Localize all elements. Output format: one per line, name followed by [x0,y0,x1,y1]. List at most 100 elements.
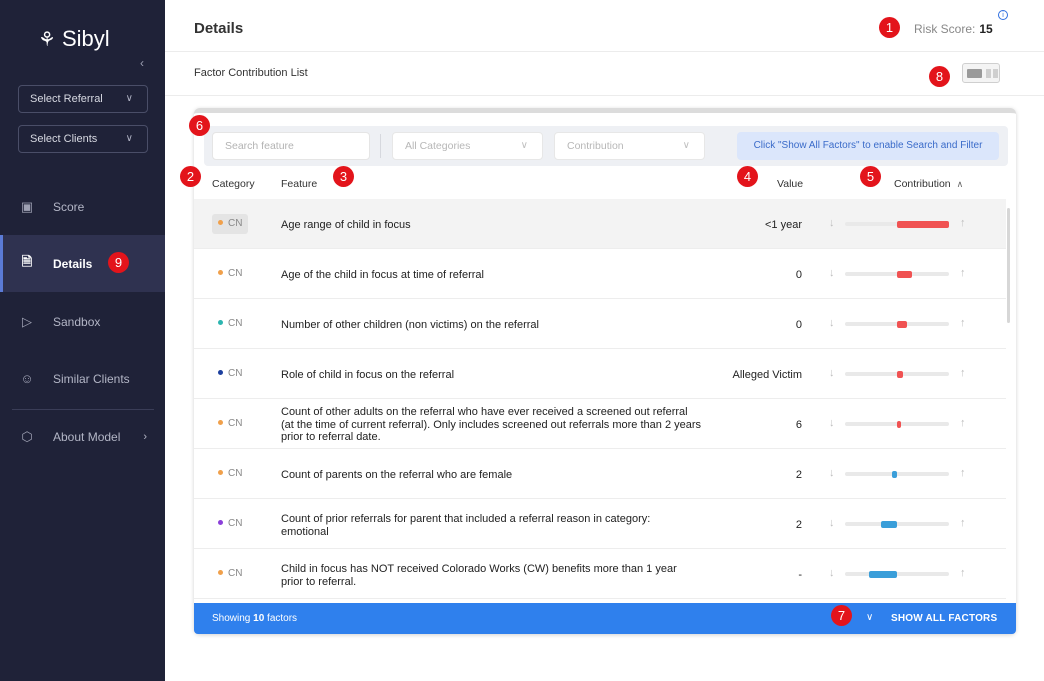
list-view-icon[interactable] [967,69,982,78]
column-header-value[interactable]: Value [777,178,803,190]
sandbox-icon: ▷ [22,313,32,329]
table-row[interactable]: CN Age of the child in focus at time of r… [194,249,1006,299]
category-dot-icon [218,469,223,475]
showing-prefix: Showing [212,613,254,624]
arrow-down-icon: ↓ [829,217,835,229]
contribution-select[interactable]: Contribution ∨ [554,132,705,160]
cube-icon: ⬡ [21,428,33,444]
showing-suffix: factors [264,613,298,624]
annotation-marker: 9 [108,252,129,273]
arrow-up-icon: ↑ [960,567,966,579]
grid-view-icon-part [993,69,998,78]
annotation-marker: 8 [929,66,950,87]
category-dot-icon [218,569,223,575]
arrow-up-icon: ↑ [960,267,966,279]
arrow-down-icon: ↓ [829,417,835,429]
feature-value: Alleged Victim [732,369,803,381]
nav-item-score[interactable]: ▣ Score [0,178,165,235]
column-header-contribution[interactable]: Contribution ∧ [894,178,963,190]
table-row[interactable]: CN Role of child in focus on the referral… [194,349,1006,399]
feature-label: Count of parents on the referral who are… [281,469,513,481]
nav-item-sandbox[interactable]: ▷ Sandbox [0,293,165,350]
sibyl-logo-icon: ⚘ [38,28,56,51]
category-chip: CN [212,464,248,484]
feature-label: Count of prior referrals for parent that… [281,513,651,538]
category-label: CN [228,568,243,579]
category-label: CN [228,418,243,429]
grid-view-icon[interactable] [986,69,991,78]
feature-label: Age of the child in focus at time of ref… [281,269,484,281]
annotation-marker: 7 [831,605,852,626]
category-chip: CN [212,414,248,434]
chevron-down-icon: ∨ [125,93,133,104]
category-select[interactable]: All Categories ∨ [392,132,543,160]
feature-value: 6 [795,419,802,431]
page-title: Details [194,20,244,37]
logo[interactable]: ⚘ Sibyl [38,26,110,52]
category-dot-icon [218,219,223,225]
search-input[interactable]: Search feature [212,132,370,160]
view-toggle[interactable] [962,63,1000,83]
table-body: CN Age range of child in focus <1 year ↓ ↑ CN… [194,199,1006,599]
table-row[interactable]: CN Number of other children (non victims)… [194,299,1006,349]
select-referral-label: Select Referral [30,93,103,105]
table-row[interactable]: CN Child in focus has NOT received Colora… [194,549,1006,599]
subheader: Factor Contribution List [165,52,1044,96]
contribution-track [845,320,949,328]
table-row[interactable]: CN Count of parents on the referral who a… [194,449,1006,499]
arrow-up-icon: ↑ [960,317,966,329]
contribution-bar [897,320,908,328]
select-referral-dropdown[interactable]: Select Referral ∨ [18,85,148,113]
category-chip: CN [212,514,248,534]
column-header-feature[interactable]: Feature [281,178,317,190]
table-row[interactable]: CN Age range of child in focus <1 year ↓ ↑ [194,199,1006,249]
section-title: Factor Contribution List [194,67,308,79]
contribution-bar [868,570,897,578]
table-row[interactable]: CN Count of prior referrals for parent th… [194,499,1006,549]
contribution-track [845,520,949,528]
users-icon: ☺ [20,371,34,386]
contribution-bar [897,420,901,428]
annotation-marker: 5 [860,166,881,187]
annotation-marker: 1 [879,17,900,38]
feature-value: 2 [795,469,802,481]
arrow-up-icon: ↑ [960,467,966,479]
info-icon[interactable]: i [998,10,1008,20]
chevron-left-icon[interactable]: ‹ [140,56,144,70]
filter-bar: Search feature All Categories ∨ Contribu… [204,126,1008,166]
contribution-bar [891,470,897,478]
annotation-marker: 2 [180,166,201,187]
table-footer: Showing 10 factors ∨ SHOW ALL FACTORS [194,603,1016,634]
category-chip: CN [212,214,249,234]
select-clients-label: Select Clients [30,133,98,145]
show-all-hint-button[interactable]: Click "Show All Factors" to enable Searc… [737,132,999,160]
contribution-track [845,220,949,228]
feature-value: 0 [795,319,802,331]
scrollbar[interactable] [1007,208,1010,323]
nav-item-details[interactable]: 🗎 Details [0,235,165,292]
feature-value: 0 [795,269,802,281]
category-label: CN [228,518,243,529]
select-clients-dropdown[interactable]: Select Clients ∨ [18,125,148,153]
nav-item-about-model[interactable]: ⬡ About Model › [0,408,165,465]
category-dot-icon [218,269,223,275]
contribution-select-label: Contribution [567,140,624,152]
arrow-down-icon: ↓ [829,317,835,329]
risk-score: Risk Score: 15 [914,22,993,36]
arrow-up-icon: ↑ [960,217,966,229]
category-label: CN [228,318,243,329]
nav-item-similar-clients[interactable]: ☺ Similar Clients [0,350,165,407]
contribution-track [845,570,949,578]
table-row[interactable]: CN Count of other adults on the referral … [194,399,1006,449]
column-header-category[interactable]: Category [212,178,255,190]
risk-score-label: Risk Score: [914,22,976,36]
category-chip: CN [212,314,248,334]
show-all-factors-button[interactable]: SHOW ALL FACTORS [891,613,997,624]
arrow-down-icon: ↓ [829,567,835,579]
category-label: CN [228,218,243,229]
arrow-up-icon: ↑ [960,417,966,429]
risk-score-value: 15 [979,22,993,36]
chevron-down-icon[interactable]: ∨ [866,612,873,623]
sort-ascending-icon[interactable]: ∧ [957,179,964,189]
chart-icon: ▣ [20,198,34,214]
